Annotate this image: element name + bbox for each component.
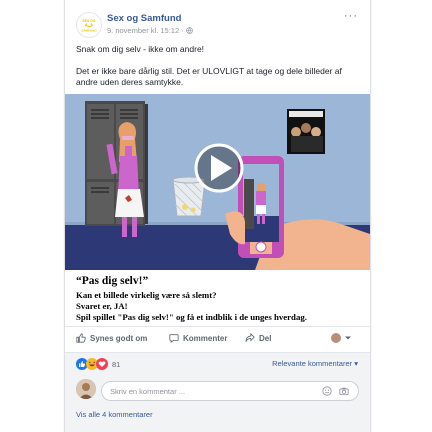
caption-line: Svaret er, JA!: [76, 301, 128, 311]
post-card: SEX OG SAMFUND Sex og Samfund 9. novembe…: [64, 0, 371, 432]
post-text-line: Det er ikke bare dårlig stil. Det er ULO…: [76, 66, 342, 87]
chevron-down-icon: [345, 336, 351, 340]
reactions-row: 81 Relevante kommentarer ▾: [65, 352, 370, 375]
post-timestamp[interactable]: 9. november kl. 15:12: [107, 26, 179, 35]
video-illustration: [65, 94, 370, 270]
love-reaction-icon: [96, 358, 108, 370]
page-name-link[interactable]: Sex og Samfund: [107, 13, 181, 24]
svg-text:SAMFUND: SAMFUND: [82, 29, 98, 33]
share-icon: [245, 333, 255, 342]
user-avatar-image: [76, 379, 96, 399]
caption-line: Spil spillet "Pas dig selv!" og få et in…: [76, 312, 307, 322]
comment-icon: [169, 334, 179, 343]
comment-label: Kommenter: [183, 333, 228, 343]
emoji-icon[interactable]: [322, 386, 332, 396]
post-text: Snak om dig selv - ikke om andre! Det er…: [76, 44, 360, 99]
reaction-summary[interactable]: 81: [76, 358, 120, 370]
comment-area: Vis alle 4 kommentarer: [65, 374, 370, 432]
svg-text:SEX OG: SEX OG: [82, 19, 95, 23]
share-button[interactable]: Del: [245, 333, 271, 343]
caption-line: Kan et billede virkelig være så slemt?: [76, 290, 217, 300]
camera-icon[interactable]: [339, 386, 349, 396]
post-meta: 9. november kl. 15:12 ·: [107, 26, 193, 35]
comment-button[interactable]: Kommenter: [169, 333, 227, 343]
comment-input[interactable]: [110, 385, 300, 397]
user-avatar[interactable]: [76, 379, 96, 399]
view-all-comments-link[interactable]: Vis alle 4 kommentarer: [76, 410, 153, 419]
audience-selector[interactable]: [331, 333, 351, 343]
reaction-count: 81: [112, 359, 121, 369]
post-actions-bar: Synes godt om Kommenter Del: [65, 326, 370, 351]
like-button[interactable]: Synes godt om: [76, 333, 147, 343]
post-header: SEX OG SAMFUND Sex og Samfund 9. novembe…: [65, 10, 370, 38]
post-text-line: Snak om dig selv - ikke om andre!: [76, 44, 205, 54]
share-label: Del: [259, 333, 272, 343]
play-icon[interactable]: [194, 143, 244, 193]
video-caption[interactable]: “Pas dig selv!” Kan et billede virkelig …: [65, 270, 370, 324]
caption-title: “Pas dig selv!”: [76, 275, 149, 287]
globe-icon: [186, 27, 193, 34]
comment-input-box: [101, 381, 359, 401]
like-label: Synes godt om: [90, 333, 148, 343]
more-options-button[interactable]: ···: [344, 10, 358, 22]
sex-og-samfund-logo-icon: SEX OG SAMFUND: [82, 19, 98, 33]
page-avatar[interactable]: SEX OG SAMFUND: [76, 12, 102, 38]
comment-sort-dropdown[interactable]: Relevante kommentarer ▾: [272, 359, 358, 368]
user-avatar-small: [331, 333, 341, 343]
thumbs-up-icon: [76, 333, 86, 343]
band-poster: [287, 109, 325, 154]
video-thumbnail[interactable]: [65, 94, 370, 270]
